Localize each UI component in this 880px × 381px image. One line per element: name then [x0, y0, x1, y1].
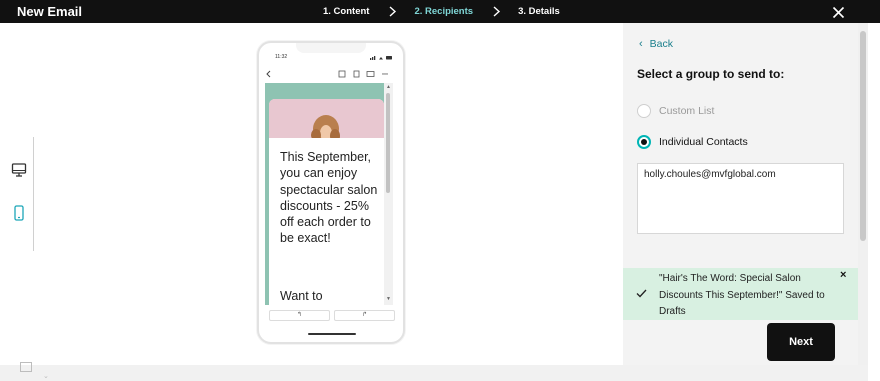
email-card: This September, you can enjoy spectacula… — [269, 99, 384, 305]
desktop-icon[interactable] — [11, 162, 27, 178]
chevron-right-icon — [493, 6, 501, 17]
email-wizard: New Email 1. Content 2. Recipients 3. De… — [0, 0, 880, 381]
mobile-icon[interactable] — [13, 205, 25, 221]
option-label: Individual Contacts — [659, 136, 748, 148]
mail-toolbar — [266, 70, 388, 78]
chevron-down-icon: ⌄ — [43, 373, 49, 380]
phone-notch — [296, 43, 366, 53]
scroll-down-arrow[interactable]: ▼ — [386, 296, 391, 302]
option-label: Custom List — [659, 105, 715, 117]
check-icon — [636, 289, 647, 298]
group-title: Select a group to send to: — [637, 67, 785, 81]
email-preview-body: This September, you can enjoy spectacula… — [265, 83, 384, 305]
chevron-left-icon: ‹ — [639, 38, 643, 50]
hero-image — [269, 99, 384, 138]
close-icon[interactable] — [832, 6, 845, 19]
status-icons — [370, 56, 392, 60]
scroll-up-arrow[interactable]: ▲ — [386, 84, 391, 90]
phone-preview: 11:32 This September, you can enjoy spec… — [257, 41, 405, 344]
footer-strip — [0, 365, 868, 381]
nav-forward-button[interactable]: ↱ — [334, 310, 395, 321]
layout-icon — [20, 362, 32, 372]
promo-text: This September, you can enjoy spectacula… — [280, 150, 378, 246]
device-toggle-rail — [33, 137, 34, 251]
next-button[interactable]: Next — [767, 323, 835, 361]
page-scroll-thumb[interactable] — [860, 31, 866, 241]
promo-text-continued: Want to — [280, 289, 323, 303]
back-link[interactable]: ‹ Back — [639, 38, 673, 50]
back-label: Back — [649, 38, 674, 50]
step-details[interactable]: 3. Details — [518, 6, 560, 17]
radio-custom-list[interactable] — [637, 104, 651, 118]
page-edge — [868, 23, 880, 381]
radio-individual-contacts[interactable] — [637, 135, 651, 149]
toast-close-button[interactable]: × — [840, 269, 846, 281]
nav-back-button[interactable]: ↰ — [269, 310, 330, 321]
step-recipients[interactable]: 2. Recipients — [414, 6, 473, 17]
preview-scrollbar[interactable]: ▲ ▼ — [384, 83, 393, 305]
option-custom-list[interactable]: Custom List — [637, 104, 714, 118]
page-title: New Email — [17, 4, 83, 19]
preview-scroll-thumb[interactable] — [386, 93, 390, 193]
header-bar: New Email 1. Content 2. Recipients 3. De… — [0, 0, 880, 23]
toast-message: "Hair's The Word: Special Salon Discount… — [659, 273, 825, 317]
home-indicator — [308, 333, 356, 335]
page-scrollbar[interactable] — [858, 23, 868, 365]
contacts-field[interactable]: holly.choules@mvfglobal.com — [637, 163, 844, 234]
saved-toast: "Hair's The Word: Special Salon Discount… — [623, 268, 858, 320]
option-individual-contacts[interactable]: Individual Contacts — [637, 135, 748, 149]
step-content[interactable]: 1. Content — [323, 6, 369, 17]
chevron-right-icon — [389, 6, 397, 17]
status-time: 11:32 — [275, 54, 288, 60]
phone-nav-row: ↰ ↱ — [269, 310, 395, 321]
wizard-steps: 1. Content 2. Recipients 3. Details — [323, 6, 560, 17]
